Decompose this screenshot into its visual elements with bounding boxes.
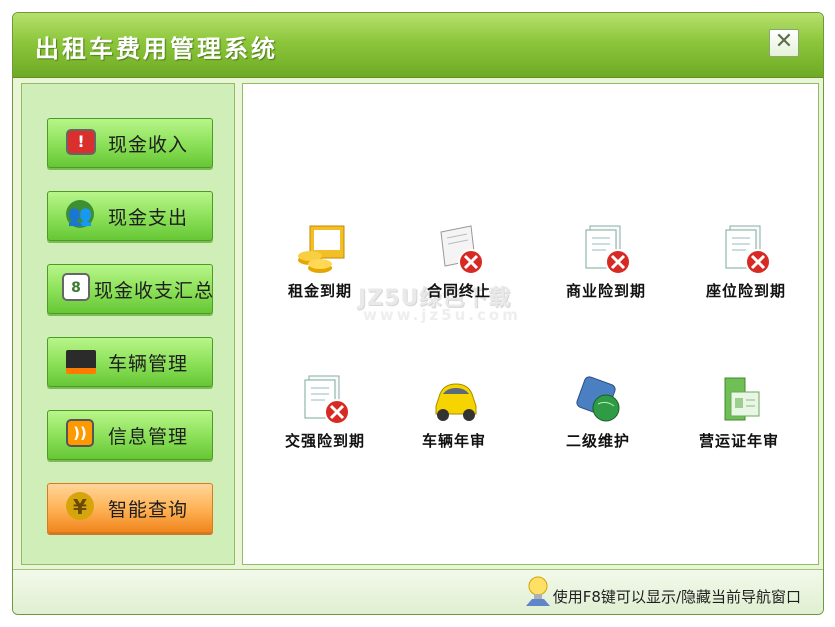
tile-compulsory-insurance-due[interactable]: 交强险到期	[265, 372, 385, 472]
tile-vehicle-annual-inspection[interactable]: 车辆年审	[394, 372, 514, 472]
sidebar-item-vehicle-management[interactable]: 车辆管理	[47, 337, 213, 387]
tile-rent-due[interactable]: 租金到期	[260, 222, 380, 322]
tile-label: 营运证年审	[698, 432, 779, 450]
tile-operating-license-inspection[interactable]: 营运证年审	[679, 372, 799, 472]
contacts-icon: 8	[62, 273, 90, 301]
sidebar-item-cash-summary[interactable]: 8 现金收支汇总	[47, 264, 213, 314]
sidebar-item-label: 现金支出	[108, 207, 189, 229]
users-icon: 👥	[66, 200, 94, 228]
window-title: 出租车费用管理系统	[35, 35, 278, 63]
tile-label: 合同终止	[426, 282, 491, 300]
sidebar-item-info-management[interactable]: )) 信息管理	[47, 410, 213, 460]
tile-label: 二级维护	[565, 432, 630, 450]
coins-icon: ¥	[66, 492, 94, 520]
tile-contract-terminated[interactable]: 合同终止	[399, 222, 519, 322]
app-window: 出租车费用管理系统 ✕ ! 现金收入 👥 现金支出 8 现金收支汇总 车辆管理 …	[12, 12, 824, 615]
insurance-cancel-icon	[304, 375, 350, 425]
insurance-cancel-icon	[585, 225, 631, 275]
alert-icon: !	[66, 129, 96, 155]
sidebar-item-label: 智能查询	[108, 499, 189, 521]
license-folder-icon	[724, 377, 760, 421]
tile-label: 座位险到期	[705, 282, 786, 300]
lightbulb-icon	[526, 576, 550, 606]
function-panel: JZ5U绿色下载 www.jz5u.com 租金到期 合同终止 商业险到期 座位…	[242, 83, 819, 565]
tile-commercial-insurance-due[interactable]: 商业险到期	[546, 222, 666, 322]
insurance-cancel-icon	[725, 225, 771, 275]
sidebar-item-label: 信息管理	[108, 426, 189, 448]
sidebar-item-label: 现金收支汇总	[94, 280, 215, 302]
sidebar-item-cash-income[interactable]: ! 现金收入	[47, 118, 213, 168]
sidebar-item-label: 车辆管理	[108, 353, 189, 375]
navigation-sidebar: ! 现金收入 👥 现金支出 8 现金收支汇总 车辆管理 )) 信息管理 ¥ 智能…	[21, 83, 235, 565]
tile-level-two-maintenance[interactable]: 二级维护	[538, 372, 658, 472]
tile-label: 商业险到期	[565, 282, 646, 300]
sidebar-item-label: 现金收入	[108, 134, 189, 156]
status-bar: 使用F8键可以显示/隐藏当前导航窗口	[13, 569, 823, 614]
close-icon: ✕	[774, 29, 794, 54]
tile-seat-insurance-due[interactable]: 座位险到期	[686, 222, 806, 322]
sidebar-item-smart-query[interactable]: ¥ 智能查询	[47, 483, 213, 533]
car-icon	[435, 383, 477, 421]
monitor-icon	[66, 350, 96, 374]
tile-label: 车辆年审	[421, 432, 486, 450]
sidebar-item-cash-expense[interactable]: 👥 现金支出	[47, 191, 213, 241]
title-bar[interactable]: 出租车费用管理系统 ✕	[13, 13, 823, 78]
rss-icon: ))	[66, 419, 94, 447]
coins-folder-icon	[298, 225, 345, 273]
globe-maintenance-icon	[576, 376, 620, 422]
tile-label: 交强险到期	[284, 432, 365, 450]
contract-cancel-icon	[440, 225, 484, 275]
close-button[interactable]: ✕	[769, 29, 799, 57]
tile-label: 租金到期	[287, 282, 352, 300]
status-text: 使用F8键可以显示/隐藏当前导航窗口	[552, 588, 801, 606]
